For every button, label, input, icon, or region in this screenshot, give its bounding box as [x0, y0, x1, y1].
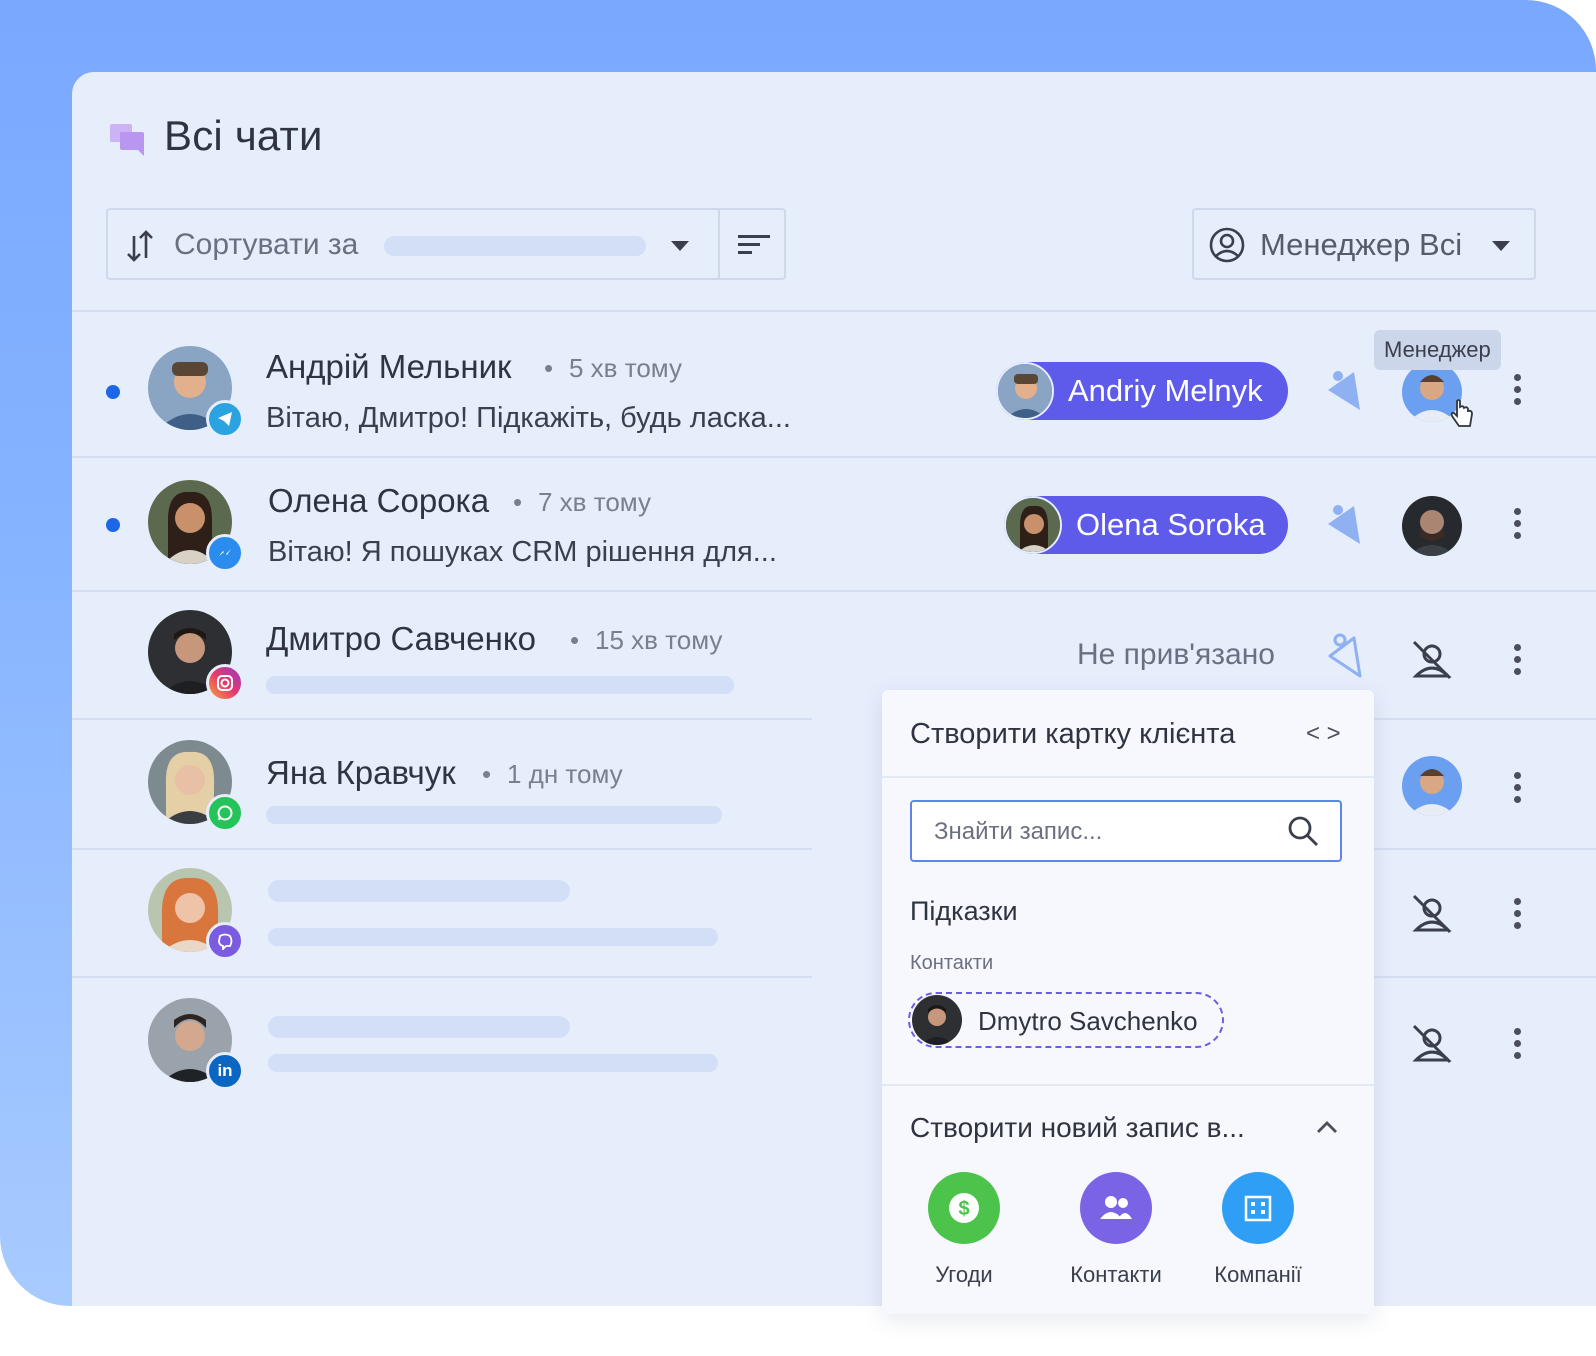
search-icon[interactable] — [1286, 814, 1320, 848]
message-preview-placeholder — [266, 806, 722, 824]
create-client-card-popup: Створити картку клієнта < > Знайти запис… — [882, 690, 1374, 1314]
instagram-icon — [206, 664, 244, 702]
chat-row[interactable]: Андрій Мельник • 5 хв тому Вітаю, Дмитро… — [72, 312, 1596, 456]
more-options-icon[interactable] — [1514, 772, 1522, 808]
code-icon[interactable]: < > — [1306, 720, 1341, 748]
time-separator-dot: • — [513, 487, 523, 517]
search-placeholder: Знайти запис... — [934, 818, 1103, 845]
no-user-icon[interactable] — [1410, 892, 1454, 936]
message-time: 7 хв тому — [538, 487, 651, 517]
suggested-contact-name: Dmytro Savchenko — [978, 1006, 1198, 1036]
more-options-icon[interactable] — [1514, 644, 1522, 680]
companies-label: Компанії — [1214, 1262, 1302, 1287]
message-preview-placeholder — [266, 676, 734, 694]
message-time: 15 хв тому — [595, 625, 723, 655]
divider — [882, 776, 1374, 778]
assigned-avatar — [996, 362, 1054, 420]
more-options-icon[interactable] — [1514, 898, 1522, 934]
avatar — [912, 995, 962, 1045]
more-options-icon[interactable] — [1514, 508, 1522, 544]
unassigned-label: Не прив'язано — [1077, 638, 1275, 671]
message-time: 1 дн тому — [507, 759, 623, 789]
contact-name: Яна Кравчук — [266, 754, 456, 791]
message-preview: Вітаю, Дмитро! Підкажіть, будь ласка... — [266, 402, 791, 434]
assigned-avatar — [1004, 496, 1062, 554]
manager-avatar[interactable] — [1402, 756, 1462, 816]
page-title: Всі чати — [164, 112, 323, 159]
viber-icon — [206, 922, 244, 960]
megaphone-icon[interactable] — [1324, 500, 1368, 552]
contact-name-placeholder — [268, 880, 570, 902]
more-options-icon[interactable] — [1514, 1028, 1522, 1064]
time-separator-dot: • — [544, 353, 554, 383]
manager-filter-label: Менеджер Всі — [1260, 227, 1463, 262]
assigned-contact-name: Andriy Melnyk — [1068, 373, 1263, 408]
chat-row[interactable]: Олена Сорока • 7 хв тому Вітаю! Я пошука… — [72, 458, 1596, 590]
building-icon — [1244, 1195, 1272, 1222]
pointer-hand-icon — [1450, 399, 1473, 427]
megaphone-outline-icon[interactable] — [1324, 630, 1370, 684]
divider — [718, 210, 720, 278]
popup-title: Створити картку клієнта — [910, 718, 1236, 750]
no-user-icon[interactable] — [1410, 638, 1454, 682]
svg-text:$: $ — [958, 1198, 969, 1220]
suggested-contact-chip[interactable]: Dmytro Savchenko — [908, 992, 1224, 1048]
assigned-contact-pill[interactable]: Andriy Melnyk — [996, 362, 1288, 420]
time-separator-dot: • — [570, 625, 580, 655]
chat-bubbles-icon — [110, 124, 144, 156]
no-user-icon[interactable] — [1410, 1022, 1454, 1066]
chats-panel: Всі чати Сортувати за Менеджер Всі Андрі… — [72, 72, 1596, 1314]
megaphone-icon[interactable] — [1324, 366, 1368, 418]
unread-indicator — [106, 518, 120, 532]
hints-heading: Підказки — [910, 896, 1018, 926]
caret-down-icon — [671, 241, 689, 251]
assigned-contact-name: Olena Soroka — [1076, 507, 1266, 542]
message-preview-placeholder — [268, 1054, 718, 1072]
contact-name: Андрій Мельник — [266, 348, 512, 385]
whatsapp-icon — [206, 794, 244, 832]
manager-tooltip: Менеджер — [1374, 330, 1501, 370]
people-icon — [1100, 1196, 1132, 1219]
create-contact-button[interactable] — [1080, 1172, 1152, 1244]
sort-dropdown[interactable]: Сортувати за — [106, 208, 786, 280]
record-search-input[interactable]: Знайти запис... — [910, 800, 1342, 862]
filter-lines-icon[interactable] — [736, 230, 772, 260]
time-separator-dot: • — [482, 759, 492, 789]
linkedin-icon: in — [206, 1052, 244, 1090]
message-preview: Вітаю! Я пошуках CRM рішення для... — [268, 536, 777, 568]
telegram-icon — [206, 400, 244, 438]
manager-avatar[interactable] — [1402, 496, 1462, 556]
unread-indicator — [106, 385, 120, 399]
create-new-record-heading: Створити новий запис в... — [910, 1112, 1245, 1143]
deals-label: Угоди — [935, 1262, 993, 1287]
contact-name: Олена Сорока — [268, 482, 490, 519]
dollar-icon: $ — [949, 1193, 979, 1223]
message-preview-placeholder — [268, 928, 718, 946]
caret-down-icon — [1492, 241, 1510, 251]
more-options-icon[interactable] — [1514, 374, 1522, 410]
create-company-button[interactable] — [1222, 1172, 1294, 1244]
contact-name: Дмитро Савченко — [266, 620, 536, 657]
divider — [882, 1084, 1374, 1086]
contacts-subheading: Контакти — [910, 952, 994, 974]
message-time: 5 хв тому — [569, 353, 682, 383]
manager-filter-dropdown[interactable]: Менеджер Всі — [1192, 208, 1536, 280]
sort-label: Сортувати за — [174, 228, 359, 261]
create-deal-button[interactable]: $ — [928, 1172, 1000, 1244]
contact-name-placeholder — [268, 1016, 570, 1038]
assigned-contact-pill[interactable]: Olena Soroka — [1004, 496, 1288, 554]
sort-value-placeholder — [384, 236, 646, 256]
contacts-label: Контакти — [1070, 1262, 1162, 1287]
chevron-up-icon[interactable] — [1314, 1118, 1340, 1136]
sort-arrows-icon — [127, 230, 153, 262]
messenger-icon — [206, 534, 244, 572]
user-circle-icon — [1209, 227, 1245, 263]
